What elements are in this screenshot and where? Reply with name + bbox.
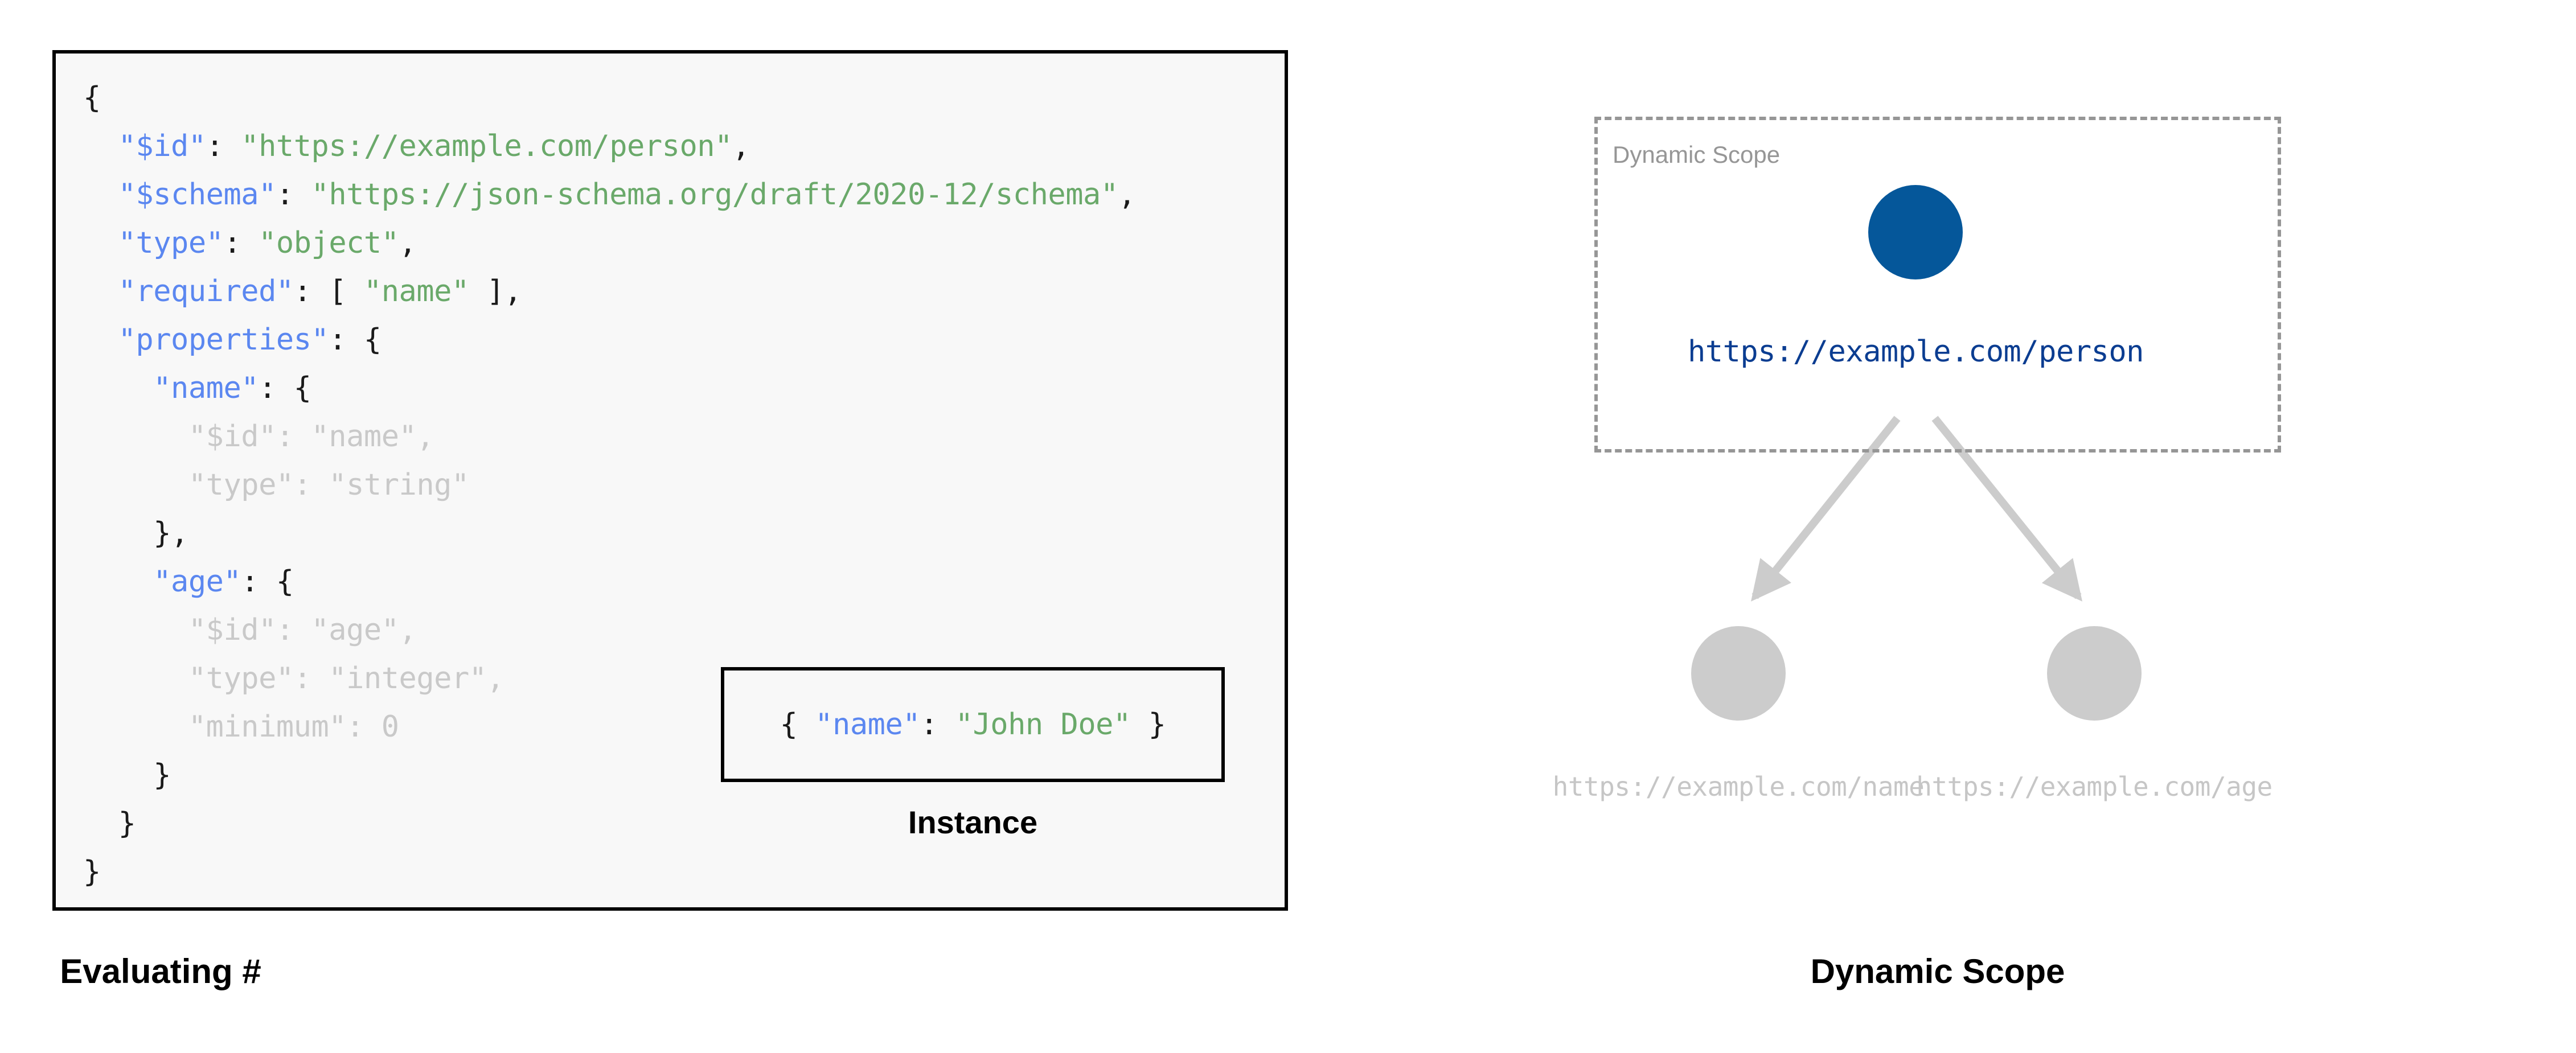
instance-code: { "name": "John Doe" } xyxy=(780,708,1166,742)
code-token: "$id" xyxy=(118,129,207,163)
code-token: { xyxy=(780,708,815,742)
code-token: , xyxy=(1118,178,1136,212)
code-token: : xyxy=(276,178,311,212)
code-token: "$id": "age", xyxy=(83,613,417,647)
code-token: } xyxy=(83,758,171,792)
code-token: : { xyxy=(329,323,382,357)
right-figure-caption: Dynamic Scope xyxy=(1810,952,2065,990)
code-token: } xyxy=(1130,708,1166,742)
left-figure-caption: Evaluating # xyxy=(60,952,261,990)
code-token: "required" xyxy=(118,274,294,309)
code-token: "name" xyxy=(363,274,469,309)
code-token: "type": "integer", xyxy=(83,661,504,696)
code-line: "type": "string" xyxy=(83,461,1135,509)
node-name xyxy=(1691,626,1786,721)
code-token: } xyxy=(83,807,136,841)
code-token: "https://json-schema.org/draft/2020-12/s… xyxy=(311,178,1119,212)
code-line: "required": [ "name" ], xyxy=(83,268,1135,316)
node-person xyxy=(1868,185,1963,279)
code-token: : { xyxy=(259,371,311,405)
code-token: "name" xyxy=(815,708,921,742)
code-line: { xyxy=(83,74,1135,122)
code-token: "object" xyxy=(259,226,399,260)
code-token: : { xyxy=(241,565,294,599)
code-token: "type" xyxy=(118,226,224,260)
code-token: "type": "string" xyxy=(83,468,469,502)
code-token: }, xyxy=(83,516,188,550)
code-token: { xyxy=(83,81,101,115)
code-token: : xyxy=(920,708,955,742)
code-token: ], xyxy=(469,274,522,309)
code-token: "age" xyxy=(153,565,241,599)
code-line: "name": { xyxy=(83,364,1135,413)
dynamic-scope-figure: Dynamic Scope https://example.com/person… xyxy=(1293,0,2576,1053)
code-token: : xyxy=(223,226,259,260)
code-token: , xyxy=(399,226,417,260)
instance-box: { "name": "John Doe" } xyxy=(721,667,1225,782)
code-line: "$id": "https://example.com/person", xyxy=(83,122,1135,171)
node-age-label: https://example.com/age xyxy=(1916,771,2273,802)
code-line: "properties": { xyxy=(83,316,1135,364)
code-token: "$id": "name", xyxy=(83,419,434,454)
code-token: , xyxy=(732,129,750,163)
code-token: "$schema" xyxy=(118,178,277,212)
code-line: "$id": "age", xyxy=(83,606,1135,655)
code-token: "https://example.com/person" xyxy=(241,129,732,163)
node-person-label: https://example.com/person xyxy=(1688,335,2144,369)
code-token: : [ xyxy=(293,274,364,309)
code-token: } xyxy=(83,855,101,889)
code-line: "type": "object", xyxy=(83,219,1135,268)
code-token: "properties" xyxy=(118,323,329,357)
code-line: "$schema": "https://json-schema.org/draf… xyxy=(83,171,1136,219)
code-token: : xyxy=(206,129,241,163)
code-line: }, xyxy=(83,509,1135,558)
code-line: "age": { xyxy=(83,558,1135,606)
instance-caption: Instance xyxy=(908,804,1038,840)
code-line: "$id": "name", xyxy=(83,413,1135,461)
schema-code-panel: { "$id": "https://example.com/person", "… xyxy=(52,50,1288,911)
code-token: "name" xyxy=(153,371,259,405)
dynamic-scope-label: Dynamic Scope xyxy=(1613,141,1781,168)
node-age xyxy=(2047,626,2142,721)
code-line: } xyxy=(83,848,1135,896)
evaluating-hash-figure: { "$id": "https://example.com/person", "… xyxy=(0,0,1293,1053)
code-token: "John Doe" xyxy=(955,708,1131,742)
code-token: "minimum": 0 xyxy=(83,710,399,744)
